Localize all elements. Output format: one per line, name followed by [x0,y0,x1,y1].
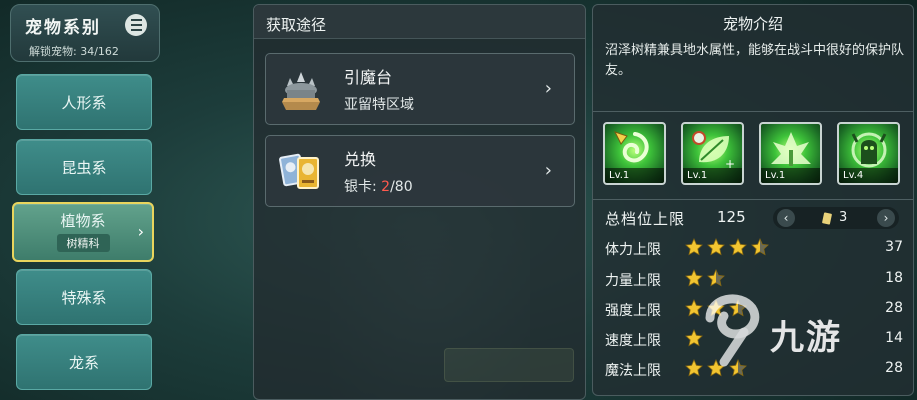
menu-icon[interactable] [125,14,147,36]
sidebar-title: 宠物系别 [25,18,101,38]
tier-row: 总档位上限 125 ‹ 3 › [605,207,903,229]
category-plant-button[interactable]: 植物系 树精科 › [12,202,154,262]
star-icon [729,238,747,256]
half-star-icon [707,269,725,287]
skill-level: Lv.4 [839,168,898,183]
stat-value: 28 [885,300,903,316]
count-prefix: 银卡: [344,179,382,195]
category-humanoid-button[interactable]: 人形系 [16,74,152,130]
pet-category-sidebar: 宠物系别 解锁宠物: 34/162 人形系 昆虫系 植物系 树精科 › 特殊系 … [0,0,165,400]
star-rating [685,238,769,256]
subcategory-badge: 树精科 [56,234,110,252]
tier-value: 125 [717,208,746,226]
category-dragon-button[interactable]: 龙系 [16,334,152,390]
stat-label: 力量上限 [605,273,661,289]
category-insect-button[interactable]: 昆虫系 [16,139,152,195]
divider [593,111,913,112]
source-altar-card[interactable]: 引魔台 亚留特区域 › [265,53,575,125]
skill-slot[interactable]: Lv.1 [603,122,666,185]
card-icon [821,212,833,225]
divider [593,199,913,200]
stat-label: 魔法上限 [605,363,661,379]
source-title: 引魔台 [344,68,393,87]
star-rating [685,269,725,287]
stat-value: 28 [885,360,903,376]
count-current: 2 [381,179,391,195]
star-icon [685,238,703,256]
stat-label: 体力上限 [605,242,661,258]
stat-row-stamina: 体力上限 37 [605,237,903,259]
forest-burst-icon [771,132,811,166]
tier-pager: ‹ 3 › [773,207,899,229]
stat-value: 14 [885,330,903,346]
tier-label: 总档位上限 [605,210,686,228]
stat-label: 速度上限 [605,333,661,349]
category-label: 龙系 [68,353,99,372]
half-star-icon [751,238,769,256]
tier-page-number: 3 [839,210,848,225]
altar-icon [282,72,320,110]
jiuyou-logo-icon [705,294,760,367]
category-label: 人形系 [61,93,107,112]
watermark-text: 九游 [770,318,842,358]
sidebar-header: 宠物系别 解锁宠物: 34/162 [10,4,160,62]
leaf-heal-icon: + [692,131,735,170]
category-label: 植物系 [60,212,106,230]
pet-info-header: 宠物介绍 [722,15,783,33]
category-label: 昆虫系 [61,158,107,177]
star-icon [685,269,703,287]
nature-swirl-icon [614,131,649,163]
chevron-right-icon: › [544,78,552,99]
skill-level: Lv.1 [683,168,742,183]
cards-icon [279,153,319,189]
category-special-button[interactable]: 特殊系 [16,269,152,325]
unlock-count: 解锁宠物: 34/162 [29,45,119,58]
acquisition-panel: 获取途径 引魔台 亚留特区域 › 兑换 银卡: 2/80 › [253,4,586,400]
stat-value: 18 [885,270,903,286]
stat-label: 强度上限 [605,303,661,319]
stat-row-strength: 力量上限 18 [605,268,903,290]
source-exchange-card[interactable]: 兑换 银卡: 2/80 › [265,135,575,207]
chevron-right-icon: › [544,160,552,181]
skill-slot[interactable]: + Lv.1 [681,122,744,185]
silver-card-count: 银卡: 2/80 [344,176,413,196]
source-title: 兑换 [344,150,377,169]
source-location: 亚留特区域 [344,97,414,113]
skill-slot[interactable]: Lv.1 [759,122,822,185]
skill-level: Lv.1 [761,168,820,183]
skill-slot[interactable]: Lv.4 [837,122,900,185]
skill-list: Lv.1 + Lv.1 Lv.1 Lv.4 [603,122,900,185]
stat-value: 37 [885,239,903,255]
star-icon [707,238,725,256]
category-label: 特殊系 [61,288,107,307]
faded-action-button[interactable] [444,348,574,382]
acquisition-header: 获取途径 [254,5,585,39]
chevron-left-icon[interactable]: ‹ [777,209,795,227]
count-total: /80 [390,179,413,195]
chevron-right-icon: › [137,222,144,241]
treant-shield-icon [851,132,887,168]
chevron-right-icon[interactable]: › [877,209,895,227]
skill-level: Lv.1 [605,168,664,183]
pet-description: 沼泽树精兼具地水属性，能够在战斗中很好的保护队友。 [605,43,905,78]
